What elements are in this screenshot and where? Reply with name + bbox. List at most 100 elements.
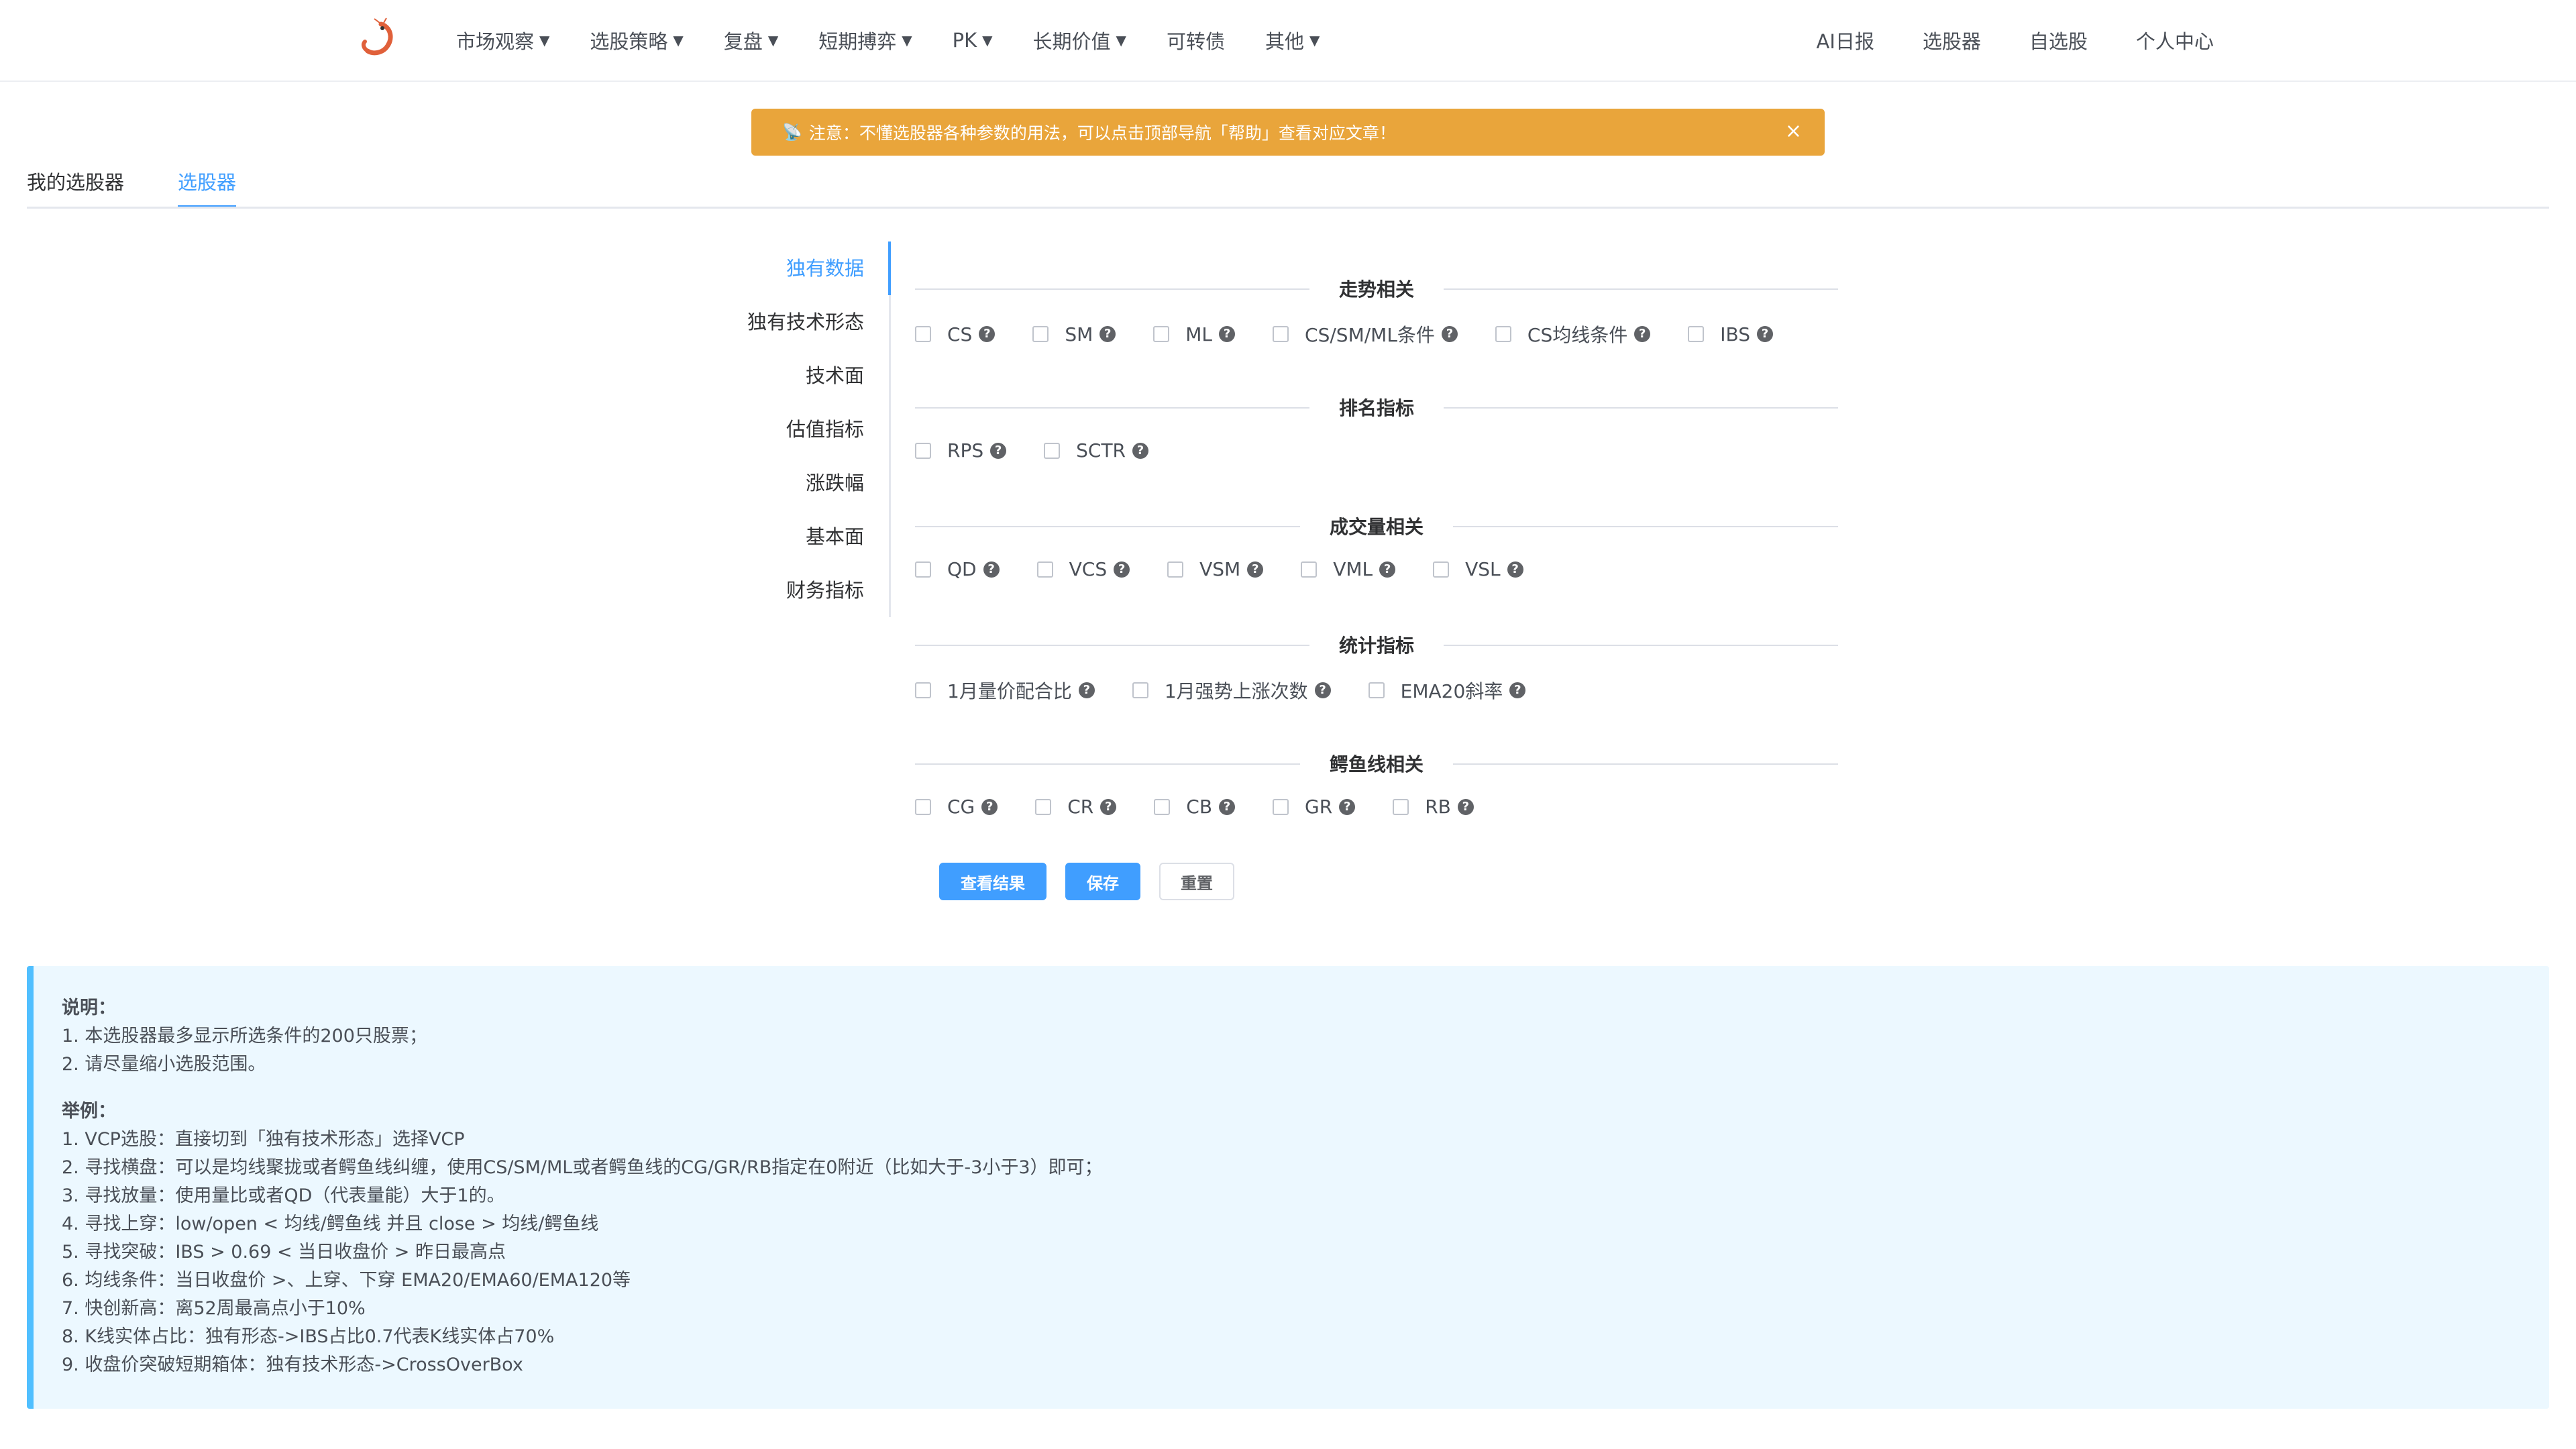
help-icon[interactable]: ? — [1314, 682, 1331, 698]
help-icon[interactable]: ? — [1507, 561, 1523, 578]
filter-checkbox[interactable]: IBS? — [1688, 323, 1773, 345]
side-tab-item[interactable]: 估值指标 — [711, 402, 891, 456]
side-tab-item[interactable]: 涨跌幅 — [711, 456, 891, 510]
filter-checkbox[interactable]: CR? — [1035, 796, 1117, 818]
caret-down-icon: ▼ — [1309, 32, 1320, 48]
help-icon[interactable]: ? — [1078, 682, 1095, 698]
checkbox-group: RPS? SCTR? — [915, 439, 1186, 462]
help-icon[interactable]: ? — [1379, 561, 1396, 578]
checkbox-box[interactable] — [1393, 798, 1409, 815]
help-icon[interactable]: ? — [1457, 798, 1474, 815]
checkbox-box[interactable] — [1032, 326, 1049, 342]
checkbox-box[interactable] — [915, 561, 931, 578]
filter-section: 统计指标 1月量价配合比? 1月强势上涨次数? EMA20斜率? — [915, 618, 1838, 737]
side-tab-item[interactable]: 财务指标 — [711, 564, 891, 617]
nav-menu-item[interactable]: 复盘 ▼ — [724, 26, 778, 54]
help-icon[interactable]: ? — [1114, 561, 1130, 578]
nav-ai-daily[interactable]: AI日报 — [1817, 26, 1874, 54]
filter-checkbox[interactable]: VML? — [1301, 558, 1396, 580]
nav-menu-item[interactable]: 市场观察 ▼ — [456, 26, 549, 54]
checkbox-box[interactable] — [1167, 561, 1184, 578]
nav-profile[interactable]: 个人中心 — [2136, 26, 2214, 54]
caret-down-icon: ▼ — [982, 32, 993, 48]
filter-checkbox[interactable]: 1月强势上涨次数? — [1132, 677, 1331, 704]
help-icon[interactable]: ? — [1634, 326, 1651, 342]
help-icon[interactable]: ? — [1247, 561, 1264, 578]
help-icon[interactable]: ? — [1099, 326, 1116, 342]
filter-checkbox[interactable]: CB? — [1154, 796, 1236, 818]
filter-checkbox[interactable]: SM? — [1032, 323, 1116, 345]
help-icon[interactable]: ? — [983, 561, 1000, 578]
help-icon[interactable]: ? — [1757, 326, 1773, 342]
tab-my-screeners[interactable]: 我的选股器 — [27, 166, 124, 208]
filter-checkbox[interactable]: RPS? — [915, 439, 1007, 462]
filter-checkbox[interactable]: GR? — [1273, 796, 1356, 818]
section-divider: 排名指标 — [915, 380, 1838, 421]
checkbox-box[interactable] — [1273, 798, 1289, 815]
side-tab-item[interactable]: 独有技术形态 — [711, 295, 891, 349]
checkbox-box[interactable] — [915, 798, 931, 815]
checkbox-box[interactable] — [1273, 326, 1289, 342]
checkbox-box[interactable] — [1688, 326, 1705, 342]
help-icon[interactable]: ? — [1219, 798, 1236, 815]
megaphone-icon: 📡 — [782, 123, 802, 142]
checkbox-label: CB — [1186, 796, 1213, 818]
checkbox-box[interactable] — [1154, 798, 1171, 815]
help-icon[interactable]: ? — [1100, 798, 1117, 815]
help-icon[interactable]: ? — [1132, 442, 1149, 459]
help-icon[interactable]: ? — [1441, 326, 1458, 342]
help-icon[interactable]: ? — [1339, 798, 1356, 815]
nav-menu-item[interactable]: 选股策略 ▼ — [590, 26, 683, 54]
filter-checkbox[interactable]: VCS? — [1036, 558, 1130, 580]
nav-stock-screener[interactable]: 选股器 — [1923, 26, 1981, 54]
filter-checkbox[interactable]: ML? — [1153, 323, 1236, 345]
checkbox-box[interactable] — [1035, 798, 1052, 815]
filter-checkbox[interactable]: QD? — [915, 558, 1000, 580]
side-tab-item[interactable]: 基本面 — [711, 510, 891, 564]
side-tab-item[interactable]: 技术面 — [711, 349, 891, 402]
filter-checkbox[interactable]: VSL? — [1433, 558, 1523, 580]
nav-menu-item[interactable]: 其他 ▼ — [1265, 26, 1320, 54]
page-tabs: 我的选股器 选股器 — [27, 166, 290, 208]
filter-checkbox[interactable]: CG? — [915, 796, 998, 818]
close-icon[interactable]: × — [1785, 119, 1802, 143]
nav-menu-item[interactable]: PK ▼ — [953, 29, 993, 52]
help-icon[interactable]: ? — [981, 798, 998, 815]
nav-menu-item[interactable]: 可转债 — [1167, 26, 1225, 54]
nav-menu-item[interactable]: 长期价值 ▼ — [1033, 26, 1126, 54]
filter-checkbox[interactable]: SCTR? — [1044, 439, 1149, 462]
filter-checkbox[interactable]: 1月量价配合比? — [915, 677, 1095, 704]
view-results-button[interactable]: 查看结果 — [939, 863, 1046, 900]
filter-checkbox[interactable]: EMA20斜率? — [1368, 677, 1526, 704]
filter-checkbox[interactable]: CS均线条件? — [1495, 321, 1651, 347]
nav-watchlist[interactable]: 自选股 — [2029, 26, 2088, 54]
tab-screener[interactable]: 选股器 — [178, 166, 237, 208]
nav-menu-item[interactable]: 短期搏弈 ▼ — [818, 26, 912, 54]
checkbox-box[interactable] — [1036, 561, 1053, 578]
filter-checkbox[interactable]: RB? — [1393, 796, 1474, 818]
checkbox-box[interactable] — [1495, 326, 1511, 342]
side-tab-item[interactable]: 独有数据 — [711, 241, 891, 295]
filter-checkbox[interactable]: CS/SM/ML条件? — [1273, 321, 1458, 347]
checkbox-box[interactable] — [1044, 442, 1061, 459]
checkbox-box[interactable] — [915, 442, 931, 459]
checkbox-box[interactable] — [1153, 326, 1170, 342]
help-icon[interactable]: ? — [1509, 682, 1526, 698]
help-icon[interactable]: ? — [990, 442, 1007, 459]
checkbox-label: ML — [1185, 323, 1213, 345]
checkbox-label: CS/SM/ML条件 — [1305, 324, 1435, 346]
checkbox-box[interactable] — [1433, 561, 1450, 578]
nav-menu-label: 可转债 — [1166, 30, 1225, 53]
save-button[interactable]: 保存 — [1065, 863, 1140, 900]
help-icon[interactable]: ? — [979, 326, 996, 342]
help-icon[interactable]: ? — [1219, 326, 1236, 342]
filter-checkbox[interactable]: CS? — [915, 323, 996, 345]
filter-checkbox[interactable]: VSM? — [1167, 558, 1264, 580]
checkbox-box[interactable] — [1368, 682, 1385, 698]
reset-button[interactable]: 重置 — [1159, 863, 1234, 900]
shrimp-logo-icon[interactable] — [354, 17, 397, 60]
checkbox-box[interactable] — [915, 326, 931, 342]
checkbox-box[interactable] — [915, 682, 931, 698]
checkbox-box[interactable] — [1301, 561, 1318, 578]
checkbox-box[interactable] — [1132, 682, 1148, 698]
